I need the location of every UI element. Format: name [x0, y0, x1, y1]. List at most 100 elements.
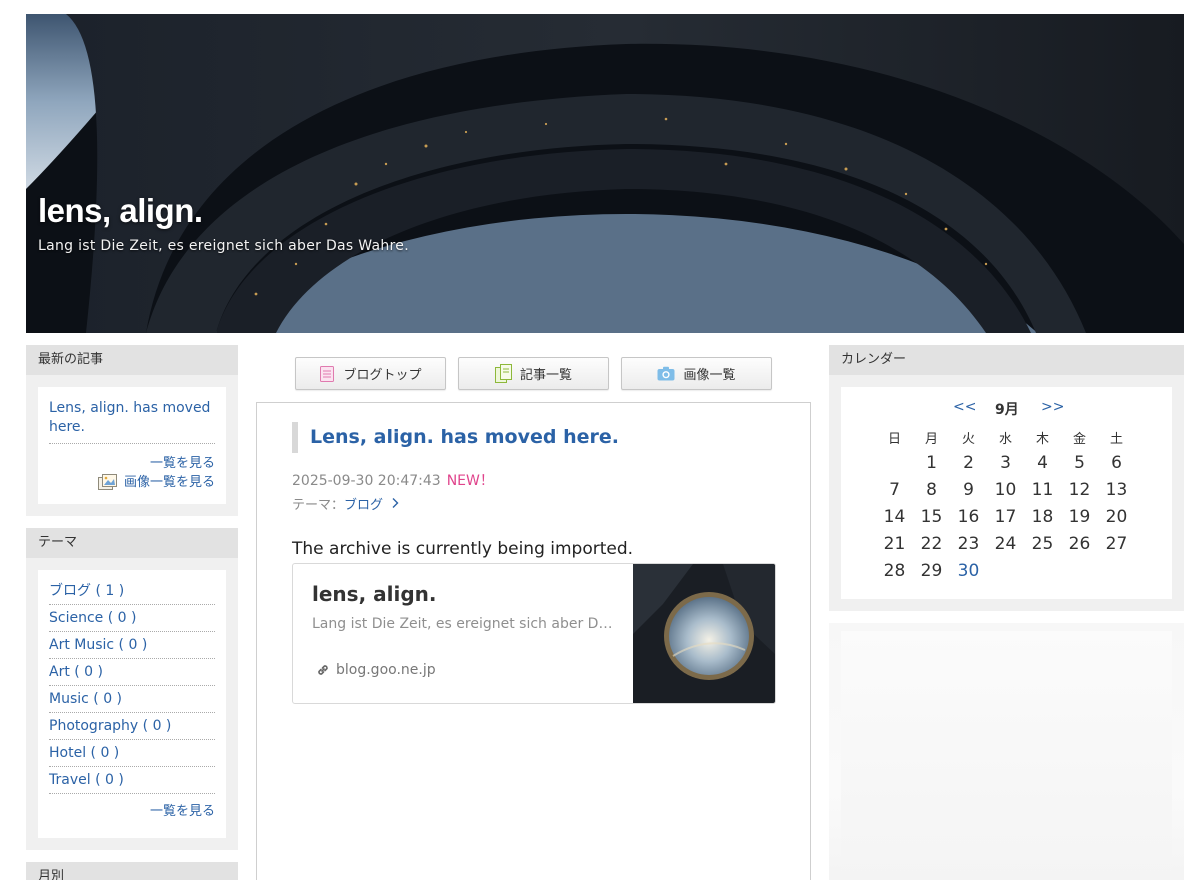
calendar-day-highlighted[interactable]: 30: [950, 558, 987, 585]
blog-top-icon: [320, 365, 335, 382]
calendar-nav: << 9月 >>: [841, 399, 1172, 419]
calendar-day: [876, 450, 913, 477]
blog-header: lens, align. Lang ist Die Zeit, es ereig…: [26, 14, 1184, 333]
calendar-day: [1024, 558, 1061, 585]
calendar-day: 2: [963, 453, 974, 473]
calendar-day: 26: [1068, 534, 1091, 554]
weekday-tue: 火: [961, 432, 975, 447]
calendar-day: 10: [994, 480, 1017, 500]
post-article: Lens, align. has moved here. 2025-09-30 …: [256, 402, 811, 880]
weekday-sun: 日: [887, 432, 901, 447]
post-title-link[interactable]: Lens, align. has moved here.: [310, 426, 619, 448]
calendar-day: 27: [1105, 534, 1128, 554]
calendar-day: 24: [994, 534, 1017, 554]
calendar-grid: 日 月 火 水 木 金 土 1 2 3 4 5 6 7 8 9 10 11 12…: [876, 429, 1135, 585]
post-date: 2025-09-30 20:47:43: [292, 473, 441, 489]
article-list-button[interactable]: 記事一覧: [458, 357, 609, 390]
link-card-url: blog.goo.ne.jp: [336, 662, 436, 678]
theme-item-photography[interactable]: Photography ( 0 ): [49, 713, 215, 740]
calendar-day: 12: [1068, 480, 1091, 500]
calendar-day: 29: [920, 561, 943, 581]
recent-images-row[interactable]: 画像一覧を見る: [49, 473, 215, 492]
calendar-next-link[interactable]: >>: [1041, 399, 1064, 415]
recent-articles-list: Lens, align. has moved here. 一覧を見る 画像一覧を…: [38, 387, 226, 504]
link-preview-card[interactable]: lens, align. Lang ist Die Zeit, es ereig…: [292, 563, 776, 704]
right-sidebar-banner: [829, 623, 1184, 880]
calendar-day: 19: [1068, 507, 1091, 527]
calendar-day: 15: [920, 507, 943, 527]
calendar-day: 25: [1031, 534, 1054, 554]
post-meta: 2025-09-30 20:47:43 NEW！: [292, 470, 494, 490]
new-badge: NEW！: [446, 473, 494, 489]
link-card-title: lens, align.: [312, 582, 437, 606]
monthly-heading: 月別: [26, 862, 238, 880]
calendar-day: 4: [1037, 453, 1048, 473]
calendar-day: 21: [883, 534, 906, 554]
link-card-thumbnail: [633, 564, 775, 703]
calendar-day: 16: [957, 507, 980, 527]
link-card-url-row: blog.goo.ne.jp: [316, 662, 436, 678]
recent-articles-panel: 最新の記事 Lens, align. has moved here. 一覧を見る…: [26, 345, 238, 516]
blog-top-button[interactable]: ブログトップ: [295, 357, 446, 390]
calendar-day: 8: [926, 480, 937, 500]
calendar-heading: カレンダー: [829, 345, 1184, 375]
theme-item-art[interactable]: Art ( 0 ): [49, 659, 215, 686]
image-list-label: 画像一覧: [683, 368, 736, 383]
calendar-day: 18: [1031, 507, 1054, 527]
image-list-button[interactable]: 画像一覧: [621, 357, 772, 390]
weekday-mon: 月: [924, 432, 938, 447]
calendar-widget: << 9月 >> 日 月 火 水 木 金 土 1 2 3 4 5 6 7 8 9…: [841, 387, 1172, 599]
calendar-day: 28: [883, 561, 906, 581]
calendar-day: 23: [957, 534, 980, 554]
weekday-thu: 木: [1035, 432, 1049, 447]
calendar-day: 1: [926, 453, 937, 473]
calendar-prev-link[interactable]: <<: [953, 399, 976, 415]
weekday-sat: 土: [1109, 432, 1123, 447]
theme-heading: テーマ: [26, 528, 238, 558]
post-theme-link[interactable]: ブログ: [344, 498, 383, 513]
calendar-day: [1061, 558, 1098, 585]
theme-item-music[interactable]: Music ( 0 ): [49, 686, 215, 713]
recent-images-link[interactable]: 画像一覧を見る: [124, 473, 215, 492]
blog-top-label: ブログトップ: [343, 368, 422, 383]
post-theme-label: テーマ：: [292, 498, 345, 513]
monthly-panel: 月別: [26, 862, 238, 880]
right-sidebar-banner-image: [841, 631, 1172, 880]
theme-list: ブログ ( 1 ) Science ( 0 ) Art Music ( 0 ) …: [38, 570, 226, 838]
calendar-day: 9: [963, 480, 974, 500]
calendar-day: 17: [994, 507, 1017, 527]
link-icon: [318, 665, 328, 675]
article-list-label: 記事一覧: [519, 368, 572, 383]
header-space-station-image: [26, 14, 1184, 333]
post-theme-row: テーマ：ブログ: [292, 494, 400, 513]
calendar-week: 21 22 23 24 25 26 27: [876, 531, 1135, 558]
calendar-day: [1098, 558, 1135, 585]
theme-item-hotel[interactable]: Hotel ( 0 ): [49, 740, 215, 767]
theme-panel: テーマ ブログ ( 1 ) Science ( 0 ) Art Music ( …: [26, 528, 238, 850]
post-body-text: The archive is currently being imported.: [292, 539, 634, 559]
calendar-day: 11: [1031, 480, 1054, 500]
recent-articles-heading: 最新の記事: [26, 345, 238, 375]
chevron-right-icon: [392, 498, 399, 508]
calendar-day: 5: [1074, 453, 1085, 473]
calendar-day: 3: [1000, 453, 1011, 473]
weekday-wed: 水: [998, 432, 1012, 447]
theme-item-travel[interactable]: Travel ( 0 ): [49, 767, 215, 794]
calendar-panel: カレンダー << 9月 >> 日 月 火 水 木 金 土 1 2 3 4 5 6…: [829, 345, 1184, 611]
calendar-day: 6: [1111, 453, 1122, 473]
theme-item-science[interactable]: Science ( 0 ): [49, 605, 215, 632]
calendar-day: 20: [1105, 507, 1128, 527]
calendar-day: [987, 558, 1024, 585]
theme-item-art-music[interactable]: Art Music ( 0 ): [49, 632, 215, 659]
recent-article-link[interactable]: Lens, align. has moved here.: [49, 399, 215, 444]
calendar-week: 14 15 16 17 18 19 20: [876, 504, 1135, 531]
blog-title[interactable]: lens, align.: [38, 192, 203, 230]
weekday-fri: 金: [1072, 432, 1086, 447]
camera-icon: [657, 366, 675, 381]
theme-item-blog[interactable]: ブログ ( 1 ): [49, 578, 215, 605]
theme-see-all-link[interactable]: 一覧を見る: [49, 802, 215, 821]
post-title-block: Lens, align. has moved here.: [292, 422, 619, 453]
recent-see-all-link[interactable]: 一覧を見る: [49, 454, 215, 473]
calendar-week: 1 2 3 4 5 6: [876, 450, 1135, 477]
calendar-week: 28 29 30: [876, 558, 1135, 585]
